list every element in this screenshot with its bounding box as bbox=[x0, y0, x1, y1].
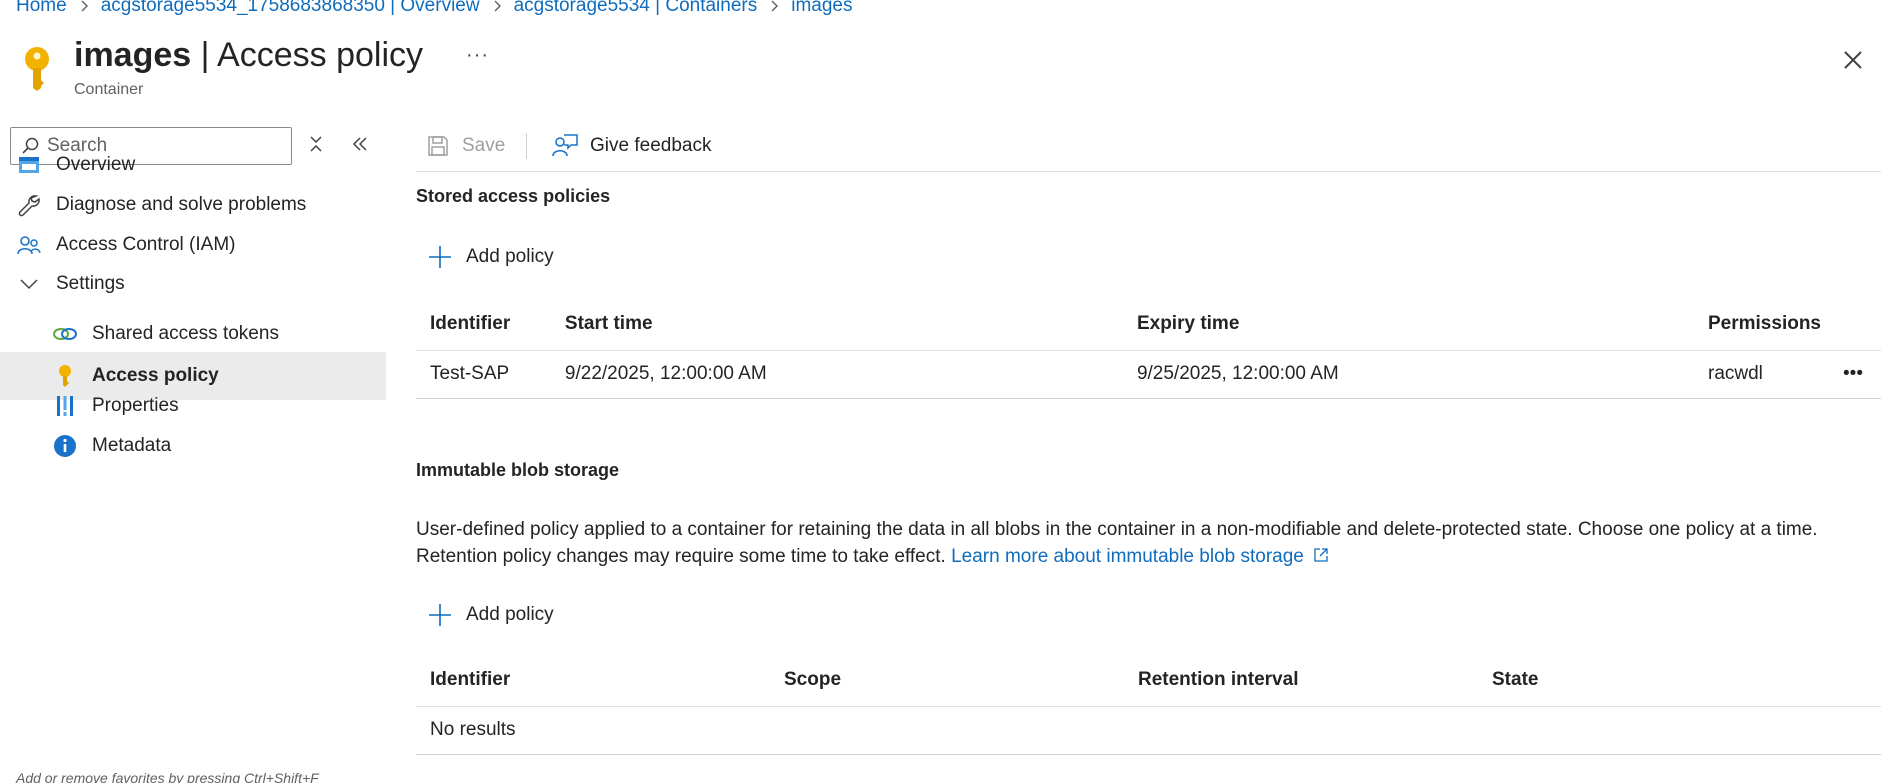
command-bar: Save Give feedback bbox=[416, 120, 1881, 172]
column-header[interactable]: Expiry time bbox=[1122, 298, 1694, 351]
learn-more-link[interactable]: Learn more about immutable blob storage bbox=[951, 546, 1329, 567]
immutable-policies-table: Identifier Scope Retention interval Stat… bbox=[416, 654, 1881, 755]
column-header[interactable]: Permissions bbox=[1694, 298, 1821, 351]
feedback-icon bbox=[552, 134, 578, 157]
info-icon bbox=[52, 433, 78, 459]
save-icon bbox=[428, 136, 448, 156]
save-label: Save bbox=[462, 135, 506, 156]
breadcrumb-storage-overview[interactable]: acgstorage5534_1758683868350 | Overview bbox=[101, 0, 480, 17]
sidebar-item-label: Settings bbox=[56, 273, 125, 294]
sidebar-group-settings[interactable]: Settings bbox=[0, 264, 386, 304]
close-icon[interactable] bbox=[1838, 45, 1868, 75]
sidebar-item-label: Overview bbox=[56, 154, 136, 175]
policy-expiry-time: 9/25/2025, 12:00:00 AM bbox=[1122, 350, 1694, 399]
add-stored-policy-button[interactable]: Add policy bbox=[428, 240, 554, 274]
more-options-icon[interactable]: ··· bbox=[466, 44, 489, 67]
save-button[interactable]: Save bbox=[426, 129, 505, 163]
resource-menu: Overview Diagnose and solve problems Acc… bbox=[0, 120, 386, 783]
wrench-icon bbox=[16, 192, 42, 218]
title-blade: | Access policy bbox=[191, 36, 423, 74]
breadcrumb-images[interactable]: images bbox=[791, 0, 852, 17]
sidebar-item-label: Diagnose and solve problems bbox=[56, 194, 307, 215]
properties-icon bbox=[52, 393, 78, 419]
key-icon bbox=[20, 46, 54, 92]
table-row[interactable]: Test-SAP 9/22/2025, 12:00:00 AM 9/25/202… bbox=[416, 350, 1881, 399]
chevron-down-icon bbox=[16, 271, 42, 297]
column-header[interactable]: Start time bbox=[550, 298, 1123, 351]
chevron-right-icon bbox=[79, 0, 89, 13]
stored-policies-title: Stored access policies bbox=[416, 186, 611, 206]
main-content: Save Give feedback Stored access policie… bbox=[416, 120, 1881, 783]
sidebar-item-label: Access Control (IAM) bbox=[56, 234, 236, 255]
column-header-actions bbox=[1821, 298, 1881, 351]
favorites-hint: Add or remove favorites by pressing Ctrl… bbox=[16, 770, 319, 783]
learn-more-label: Learn more about immutable blob storage bbox=[951, 546, 1304, 567]
table-header-row: Identifier Start time Expiry time Permis… bbox=[416, 298, 1881, 351]
sidebar-item-label: Metadata bbox=[92, 435, 172, 456]
link-icon bbox=[52, 321, 78, 347]
external-link-icon bbox=[1314, 548, 1328, 562]
no-results-text: No results bbox=[416, 706, 1881, 755]
policy-identifier: Test-SAP bbox=[416, 350, 551, 399]
people-icon bbox=[16, 232, 42, 258]
sidebar-item-label: Properties bbox=[92, 395, 179, 416]
column-header[interactable]: Retention interval bbox=[1124, 654, 1478, 707]
title-resource: images bbox=[74, 36, 192, 74]
policy-permissions: racwdl bbox=[1694, 350, 1821, 399]
chevron-right-icon bbox=[769, 0, 779, 13]
plus-icon bbox=[429, 604, 451, 626]
table-row: No results bbox=[416, 706, 1881, 755]
column-header[interactable]: Scope bbox=[770, 654, 1124, 707]
overview-icon bbox=[16, 152, 42, 178]
stored-policies-table: Identifier Start time Expiry time Permis… bbox=[416, 298, 1881, 399]
column-header[interactable]: Identifier bbox=[416, 298, 551, 351]
toolbar-divider bbox=[526, 133, 527, 159]
immutable-storage-title: Immutable blob storage bbox=[416, 460, 620, 480]
sidebar-item-metadata[interactable]: Metadata bbox=[0, 422, 386, 470]
sidebar-item-label: Shared access tokens bbox=[92, 323, 279, 344]
sidebar-item-iam[interactable]: Access Control (IAM) bbox=[0, 221, 386, 269]
add-policy-label: Add policy bbox=[466, 604, 554, 625]
add-immutability-policy-button[interactable]: Add policy bbox=[428, 598, 554, 632]
page-header: images | Access policy ··· Container bbox=[0, 32, 1881, 112]
chevron-right-icon bbox=[492, 0, 502, 13]
give-feedback-button[interactable]: Give feedback bbox=[552, 129, 711, 163]
row-more-options-icon[interactable]: ••• bbox=[1821, 350, 1881, 399]
give-feedback-label: Give feedback bbox=[590, 135, 712, 156]
immutable-storage-description: User-defined policy applied to a contain… bbox=[416, 516, 1881, 570]
column-header[interactable]: State bbox=[1478, 654, 1881, 707]
page-title: images | Access policy bbox=[74, 36, 423, 75]
breadcrumb-home[interactable]: Home bbox=[16, 0, 67, 17]
page-subtitle: Container bbox=[74, 81, 144, 98]
sidebar-item-shared-access-tokens[interactable]: Shared access tokens bbox=[0, 310, 386, 358]
policy-start-time: 9/22/2025, 12:00:00 AM bbox=[550, 350, 1123, 399]
breadcrumb-containers[interactable]: acgstorage5534 | Containers bbox=[514, 0, 758, 17]
add-policy-label: Add policy bbox=[466, 246, 554, 267]
plus-icon bbox=[429, 246, 451, 268]
column-header[interactable]: Identifier bbox=[416, 654, 770, 707]
table-header-row: Identifier Scope Retention interval Stat… bbox=[416, 654, 1881, 707]
breadcrumb: Home acgstorage5534_1758683868350 | Over… bbox=[16, 0, 852, 18]
